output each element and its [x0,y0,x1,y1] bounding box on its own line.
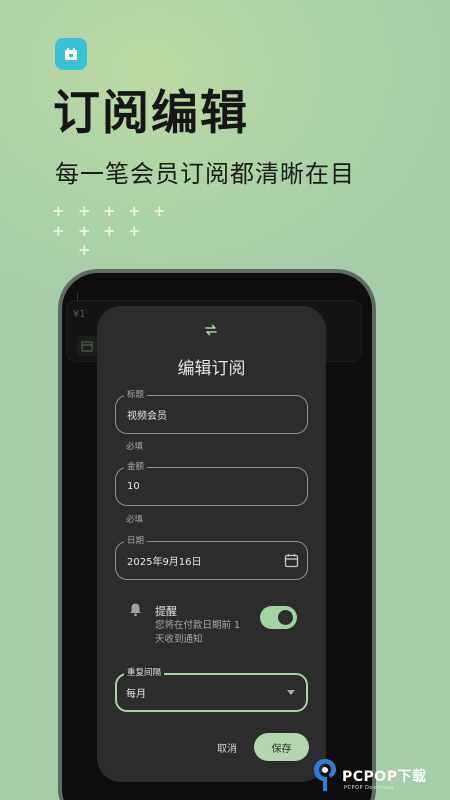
date-field-value: 2025年9月16日 [127,557,202,568]
reminder-title: 提醒 [155,605,177,618]
dropdown-arrow-icon [287,690,295,695]
hero-title: 订阅编辑 [53,86,249,141]
amount-field[interactable]: 金额 10 [115,461,308,506]
edit-subscription-dialog: 编辑订阅 标题 视频会员 必填 金额 10 必填 日期 2025年9月16日 提… [97,306,326,782]
repeat-interval-select[interactable]: 重复间隔 每月 [115,667,308,712]
reminder-toggle[interactable] [260,606,297,629]
app-icon [55,38,87,70]
bell-icon [129,602,142,617]
repeat-interval-value: 每月 [126,689,146,700]
title-field-value: 视频会员 [127,411,167,422]
save-button[interactable]: 保存 [254,733,309,761]
reminder-description: 您将在付款日期前 1 天收到通知 [155,620,241,645]
watermark: PCPOP下载 PCPOP Download [310,758,450,800]
background-calendar-icon [77,336,97,356]
calendar-icon[interactable] [284,553,299,568]
hero-subtitle: 每一笔会员订阅都清晰在目 [55,160,355,188]
toggle-knob [278,610,293,625]
swap-icon [203,322,219,338]
amount-helper-text: 必填 [126,515,144,525]
dialog-title: 编辑订阅 [177,359,246,379]
watermark-tagline: PCPOP Download [344,785,394,791]
watermark-brand: PCPOP下载 [342,769,427,785]
title-field[interactable]: 标题 视频会员 [115,389,308,434]
background-divider [77,293,78,301]
title-helper-text: 必填 [126,442,144,452]
amount-field-value: 10 [127,481,140,492]
background-amount: ¥1 [73,309,86,320]
date-field[interactable]: 日期 2025年9月16日 [115,535,308,580]
watermark-logo-icon [314,759,336,791]
cancel-button[interactable]: 取消 [205,732,249,762]
